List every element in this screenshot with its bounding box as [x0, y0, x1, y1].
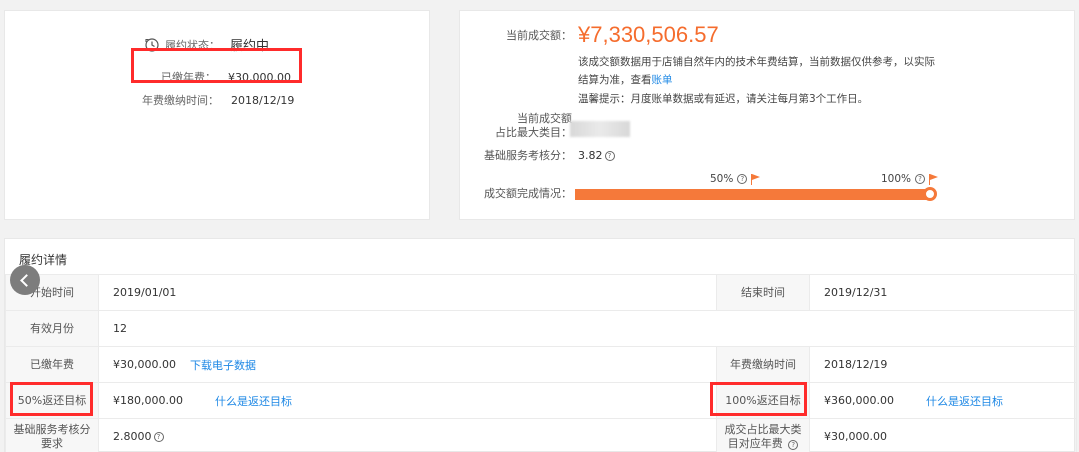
pay-time-row: 年费缴纳时间： 2018/12/19	[135, 92, 294, 108]
paid-fee-cell: ¥30,000.00 下载电子数据	[98, 346, 717, 383]
flag-icon	[929, 173, 939, 185]
question-icon[interactable]: ?	[915, 174, 926, 184]
score-req-cell: 2.8000 ?	[98, 418, 717, 452]
end-time-value: 2019/12/31	[809, 274, 1077, 311]
question-icon[interactable]: ?	[604, 150, 615, 161]
amount-label: 当前成交额：	[506, 29, 572, 42]
score-label: 基础服务考核分：	[484, 149, 572, 162]
end-time-label: 结束时间	[716, 274, 810, 311]
amount-tip: 温馨提示：月度账单数据或有延迟，请关注每月第3个工作日。	[578, 93, 869, 105]
what-is-target-link-2[interactable]: 什么是返还目标	[926, 393, 1003, 409]
category-fee-value: ¥30,000.00	[809, 418, 1077, 452]
valid-months-value: 12	[98, 310, 1077, 347]
contract-summary-card: 履约状态： 履约中 已缴年费： ¥30,000.00 年费缴纳时间： 2018/…	[4, 10, 430, 220]
target-50-value: ¥180,000.00	[113, 394, 183, 407]
download-data-link[interactable]: 下载电子数据	[190, 357, 256, 373]
table-row: 已缴年费 ¥30,000.00 下载电子数据 年费缴纳时间 2018/12/19	[5, 346, 1077, 383]
progress-bar	[575, 189, 931, 200]
marker-100: 100% ?	[881, 173, 939, 185]
question-icon[interactable]: ?	[153, 431, 164, 442]
highlight-box-paid-fee	[131, 48, 302, 83]
score-value: 3.82	[578, 149, 603, 162]
target-50-cell: ¥180,000.00 什么是返还目标	[98, 382, 717, 419]
flag-icon	[751, 173, 761, 185]
score-req-label: 基础服务考核分要求	[5, 418, 99, 452]
highlight-box-target-50	[10, 382, 93, 416]
amount-value: ¥7,330,506.57	[578, 22, 719, 47]
marker-50-label: 50%	[710, 173, 734, 185]
bill-link[interactable]: 账单	[652, 74, 673, 86]
pay-time-label: 年费缴纳时间	[716, 346, 810, 383]
pay-time-value: 2018/12/19	[809, 346, 1077, 383]
amount-note-2: 结算为准，查看账单	[578, 72, 673, 87]
paid-fee-label: 已缴年费	[5, 346, 99, 383]
pay-time-value: 2018/12/19	[231, 93, 295, 107]
trade-amount-card: 当前成交额： ¥7,330,506.57 该成交额数据用于店铺自然年内的技术年费…	[459, 10, 1075, 220]
paid-fee-value: ¥30,000.00	[113, 358, 176, 371]
back-chevron-icon[interactable]	[10, 265, 40, 295]
pay-time-label: 年费缴纳时间：	[142, 94, 219, 107]
ratio-value-masked	[570, 121, 630, 137]
ratio-label-line1: 当前成交额	[517, 112, 572, 125]
progress-label: 成交额完成情况：	[484, 187, 572, 200]
ratio-label: 当前成交额 占比最大类目：	[460, 112, 572, 140]
question-icon[interactable]: ?	[737, 174, 748, 184]
valid-months-label: 有效月份	[5, 310, 99, 347]
target-100-cell: ¥360,000.00 什么是返还目标	[809, 382, 1077, 419]
question-icon[interactable]: ?	[788, 439, 799, 450]
start-time-value: 2019/01/01	[98, 274, 717, 311]
table-row: 有效月份 12	[5, 310, 1077, 347]
highlight-box-target-100	[710, 382, 807, 416]
marker-100-label: 100%	[881, 173, 912, 185]
target-100-value: ¥360,000.00	[824, 394, 894, 407]
amount-note-2-text: 结算为准，查看	[578, 74, 652, 86]
category-fee-label: 成交占比最大类目对应年费 ?	[716, 418, 810, 452]
what-is-target-link[interactable]: 什么是返还目标	[215, 393, 292, 409]
table-row: 开始时间 2019/01/01 结束时间 2019/12/31	[5, 274, 1077, 311]
marker-50: 50% ?	[710, 173, 761, 185]
detail-table: 开始时间 2019/01/01 结束时间 2019/12/31 有效月份 12 …	[5, 274, 1077, 452]
score-value-wrap: 3.82 ?	[578, 149, 615, 162]
score-req-value: 2.8000	[113, 430, 152, 443]
ratio-label-line2: 占比最大类目：	[495, 126, 572, 139]
progress-end-dot	[923, 187, 937, 201]
contract-detail-section: 履约详情 开始时间 2019/01/01 结束时间 2019/12/31 有效月…	[4, 238, 1077, 452]
amount-note-1: 该成交额数据用于店铺自然年内的技术年费结算，当前数据仅供参考，以实际	[578, 56, 935, 68]
table-row: 基础服务考核分要求 2.8000 ? 成交占比最大类目对应年费 ? ¥30,00…	[5, 418, 1077, 452]
table-row: 50%返还目标 ¥180,000.00 什么是返还目标 100%返还目标 ¥36…	[5, 382, 1077, 419]
